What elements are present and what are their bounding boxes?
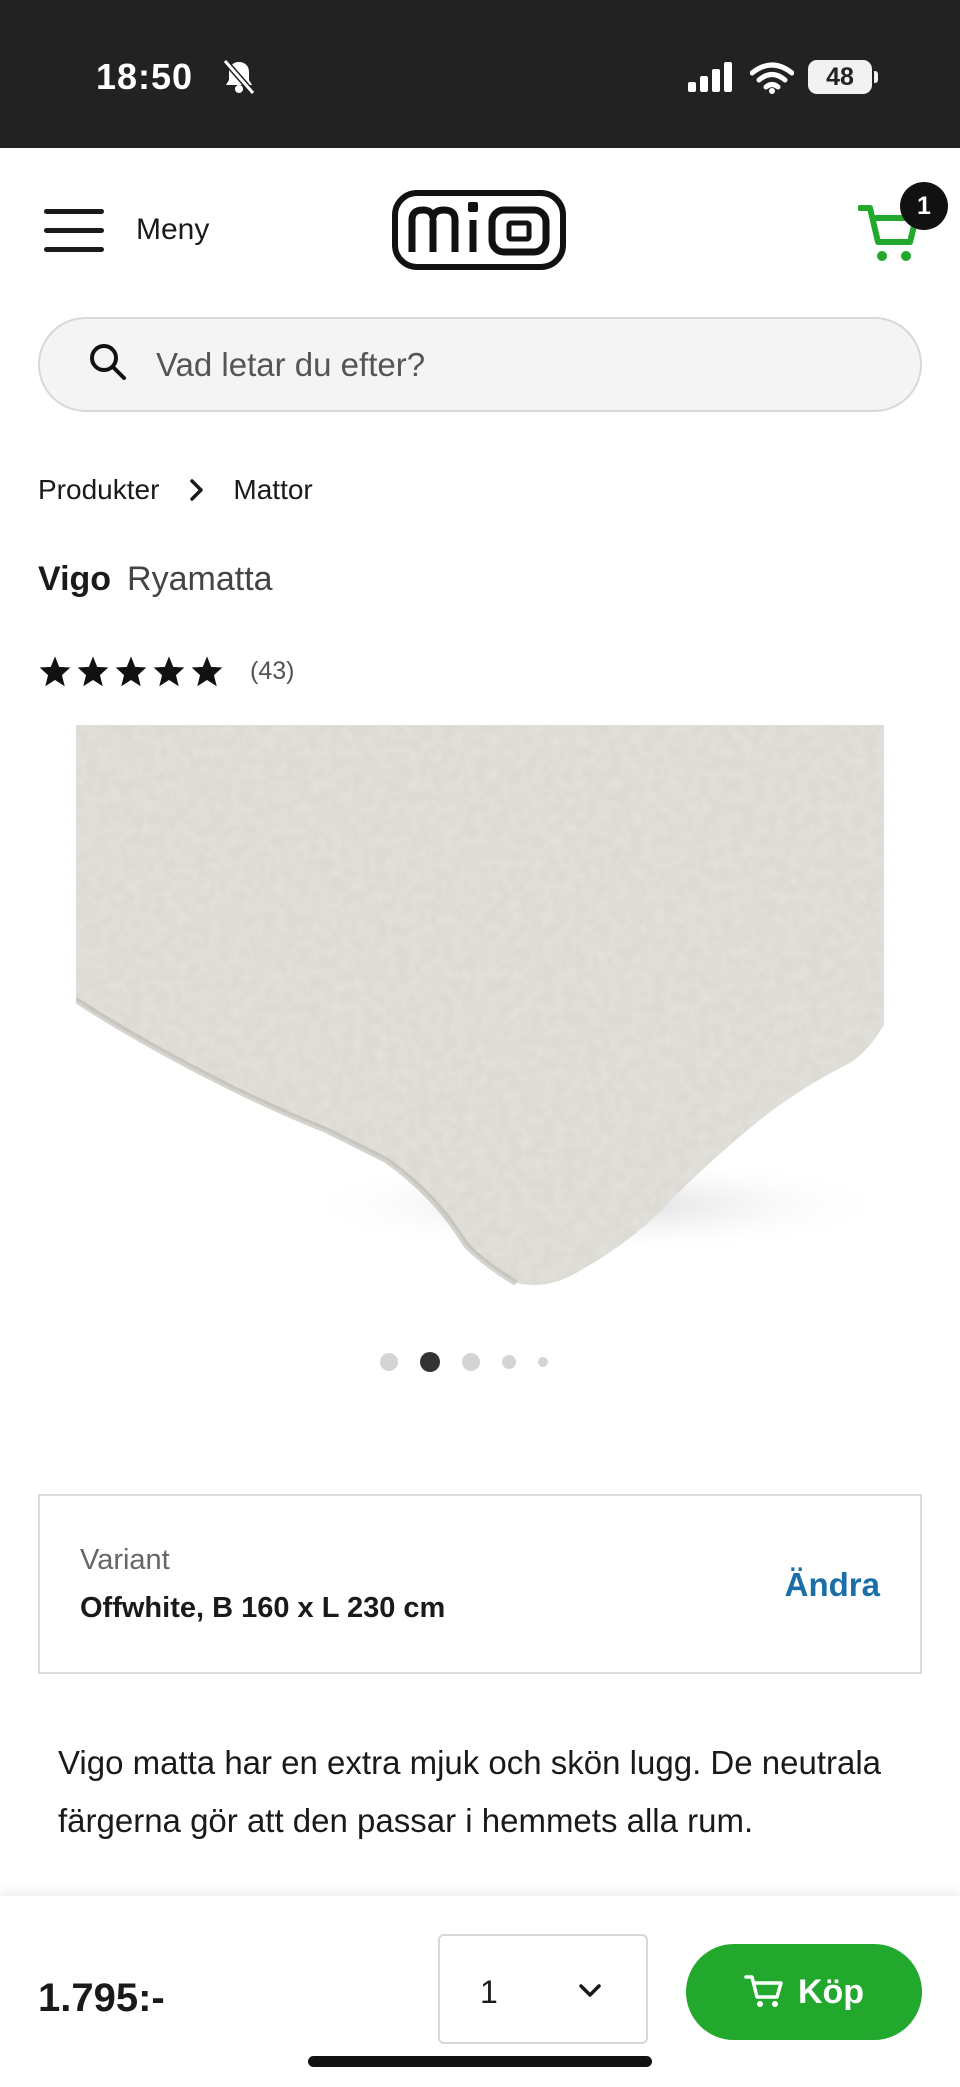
product-price: 1.795:- xyxy=(38,1976,165,2020)
hamburger-icon xyxy=(40,205,106,255)
buy-label: Köp xyxy=(797,1972,865,2011)
purchase-bar: 1.795:- 1 Köp xyxy=(0,1896,960,2087)
signal-icon xyxy=(688,62,734,97)
star-icon xyxy=(115,656,147,687)
mio-logo[interactable] xyxy=(392,190,566,270)
breadcrumb-item-produkter[interactable]: Produkter xyxy=(38,474,159,506)
product-rating[interactable]: (43) xyxy=(38,655,294,687)
search-input[interactable] xyxy=(156,345,856,384)
menu-label: Meny xyxy=(136,213,210,246)
menu-button[interactable]: Meny xyxy=(40,202,209,258)
variant-selector[interactable]: Variant Offwhite, B 160 x L 230 cm Ändra xyxy=(38,1494,922,1674)
change-variant-button[interactable]: Ändra xyxy=(785,1566,880,1604)
product-brand: Vigo xyxy=(38,560,112,598)
chevron-right-icon xyxy=(189,478,205,502)
image-dot-5[interactable] xyxy=(538,1357,548,1367)
search-bar[interactable] xyxy=(38,317,922,412)
rug-image xyxy=(76,725,884,1315)
battery-tip xyxy=(874,71,878,83)
image-dot-3[interactable] xyxy=(462,1353,480,1371)
cart-button[interactable]: 1 xyxy=(858,182,948,268)
product-title: Vigo Ryamatta xyxy=(38,560,273,599)
variant-label: Variant xyxy=(80,1544,170,1576)
product-description: Vigo matta har en extra mjuk och skön lu… xyxy=(58,1744,882,1839)
star-icon xyxy=(153,656,185,687)
site-header: Meny 1 xyxy=(0,148,960,308)
product-image-gallery[interactable] xyxy=(76,725,884,1315)
quantity-value: 1 xyxy=(480,1974,498,2010)
product-type: Ryamatta xyxy=(127,560,273,598)
star-icon xyxy=(39,656,71,687)
rating-stars xyxy=(38,655,224,687)
home-indicator xyxy=(308,2056,652,2067)
image-dot-1[interactable] xyxy=(380,1353,398,1371)
status-time: 18:50 xyxy=(96,56,194,97)
rating-count: (43) xyxy=(250,656,295,685)
chevron-down-icon xyxy=(576,1976,604,2009)
wifi-icon xyxy=(749,62,795,99)
battery-icon: 48 xyxy=(808,60,872,94)
variant-value: Offwhite, B 160 x L 230 cm xyxy=(80,1592,446,1624)
image-dot-2-active[interactable] xyxy=(420,1352,440,1372)
breadcrumb: Produkter Mattor xyxy=(38,474,313,506)
status-bar: 18:50 48 xyxy=(0,0,960,148)
star-icon xyxy=(77,656,109,687)
bell-slash-icon xyxy=(222,58,256,101)
star-icon xyxy=(191,656,223,687)
image-dot-4[interactable] xyxy=(502,1355,516,1369)
quantity-select[interactable]: 1 xyxy=(438,1934,648,2044)
image-pagination xyxy=(380,1352,548,1372)
buy-button[interactable]: Köp xyxy=(686,1944,922,2040)
cart-count-badge: 1 xyxy=(900,182,948,230)
cart-icon xyxy=(744,1973,784,2012)
breadcrumb-item-mattor[interactable]: Mattor xyxy=(233,474,312,506)
search-icon xyxy=(88,342,128,387)
